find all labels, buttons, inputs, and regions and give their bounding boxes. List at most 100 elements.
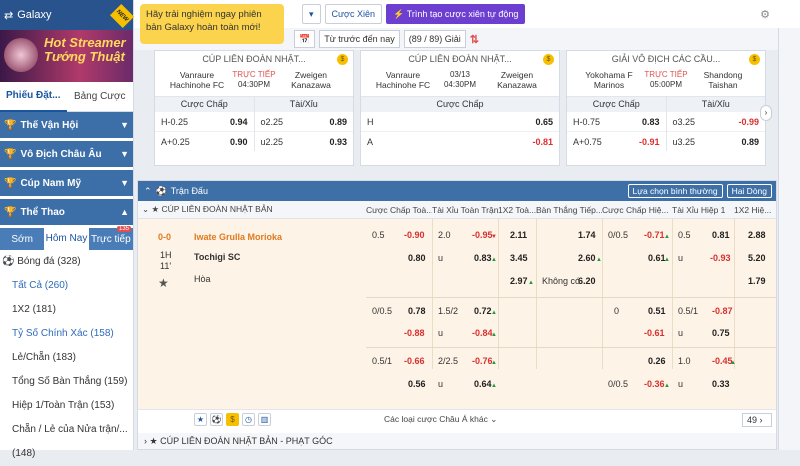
match-card[interactable]: GIẢI VÔ ĐỊCH CÁC CẦU... $ Yokohama F Mari…	[566, 50, 766, 166]
tab-early[interactable]: Sớm	[0, 234, 44, 245]
stats-icon[interactable]: ▥	[258, 413, 271, 426]
odd[interactable]: -0.76	[472, 355, 493, 367]
odd[interactable]: -0.84	[472, 327, 493, 339]
tab-today[interactable]: Hôm Nay	[44, 228, 89, 250]
odds-row[interactable]: A +0.75 -0.91	[567, 131, 666, 151]
odd[interactable]: -0.71	[644, 229, 665, 241]
list-item[interactable]: 1X2 (181)	[0, 298, 133, 322]
timer-icon[interactable]: ◷	[242, 413, 255, 426]
new-version-tooltip[interactable]: Hãy trải nghiệm ngay phiên bản Galaxy ho…	[140, 4, 284, 44]
odd[interactable]: 2.97	[510, 275, 528, 287]
odd[interactable]: 0.81	[712, 229, 730, 241]
match-card[interactable]: CÚP LIÊN ĐOÀN NHẬT... $ Vanraure Hachinoh…	[360, 50, 560, 166]
odd[interactable]: 0.78	[408, 305, 426, 317]
list-item[interactable]: Tổng Số Bàn Thắng (159)	[0, 370, 133, 394]
ou-line: 1.5/2	[438, 306, 459, 316]
coin-icon[interactable]: $	[226, 413, 239, 426]
odd[interactable]: 1.79	[748, 275, 766, 287]
odd[interactable]: 0.89	[741, 137, 759, 147]
odd[interactable]: 0.93	[329, 137, 347, 147]
league-header[interactable]: ⌄ ★ CÚP LIÊN ĐOÀN NHẬT BẢN	[138, 204, 366, 215]
list-item[interactable]: Tất Cả (260)	[0, 274, 133, 298]
league-filter[interactable]: (89 / 89) Giải	[403, 30, 466, 48]
odd[interactable]: -0.90	[404, 229, 425, 241]
soccer-ball-icon[interactable]: ⚽	[210, 413, 223, 426]
sidebar-cat-euro[interactable]: 🏆 Vô Địch Châu Âu ▼	[0, 141, 133, 167]
odd[interactable]: 0.80	[408, 252, 426, 264]
date-filter[interactable]: Từ trước đến nay	[319, 30, 400, 48]
tab-live[interactable]: Trực tiếp	[89, 234, 133, 245]
collapse-icon[interactable]: ⌃	[144, 186, 152, 197]
promo-banner[interactable]: Hot Streamer Tướng Thuật NEW	[0, 3, 135, 82]
more-bets-count[interactable]: 49 ›	[742, 413, 772, 427]
tab-odds-table[interactable]: Bảng Cược	[67, 91, 134, 102]
sidebar-cat-sports[interactable]: 🏆 Thể Thao ▲	[0, 199, 133, 225]
odds-row[interactable]: H -0.75 0.83	[567, 111, 666, 131]
odd[interactable]: -0.81	[532, 137, 553, 147]
tab-bet-slip[interactable]: Phiếu Đặt...	[0, 82, 67, 112]
odd[interactable]: 0.89	[329, 117, 347, 127]
right-scrollbar[interactable]	[778, 28, 800, 450]
odd[interactable]: -0.91	[639, 137, 660, 147]
auto-parlay-button[interactable]: ⚡ Trình tạo cược xiên tự động	[385, 4, 526, 24]
sport-football[interactable]: ⚽ Bóng đá (328)	[0, 250, 133, 274]
list-item[interactable]: Tỷ Số Chính Xác (158)	[0, 322, 133, 346]
odd[interactable]: 0.61	[648, 252, 666, 264]
odd[interactable]: 0.26	[648, 355, 666, 367]
normal-select-button[interactable]: Lựa chọn bình thường	[627, 184, 723, 198]
odd[interactable]: 1.74	[578, 229, 596, 241]
sidebar-cat-copa[interactable]: 🏆 Cúp Nam Mỹ ▼	[0, 170, 133, 196]
odd[interactable]: 0.75	[712, 327, 730, 339]
odd[interactable]: 0.56	[408, 378, 426, 390]
sort-dropdown[interactable]: ▾	[302, 4, 321, 24]
sort-icon[interactable]: ⇅	[470, 33, 479, 46]
odds-row[interactable]: H -0.25 0.94	[155, 111, 254, 131]
odd[interactable]: 5.20	[748, 252, 766, 264]
odd[interactable]: 0.51	[648, 305, 666, 317]
list-item[interactable]: Lẻ/Chẵn (183)	[0, 346, 133, 370]
match-card[interactable]: CÚP LIÊN ĐOÀN NHẬT... $ Vanraure Hachinoh…	[154, 50, 354, 166]
sidebar-cat-olympics[interactable]: 🏆 Thế Vận Hội ▼	[0, 112, 133, 138]
odd[interactable]: 6.20	[578, 275, 596, 287]
odd[interactable]: 2.88	[748, 229, 766, 241]
odds-row[interactable]: A -0.81	[361, 131, 559, 151]
odd[interactable]: 0.90	[230, 137, 248, 147]
odd[interactable]: -0.66	[404, 355, 425, 367]
odd[interactable]: -0.87	[712, 305, 733, 317]
odd[interactable]: 2.11	[510, 229, 527, 241]
odd[interactable]: -0.99	[738, 117, 759, 127]
odd[interactable]: -0.95	[472, 229, 493, 241]
odd[interactable]: 0.83	[642, 117, 660, 127]
odd[interactable]: 0.33	[712, 378, 730, 390]
star-icon[interactable]: ★	[194, 413, 207, 426]
odds-row[interactable]: H 0.65	[361, 111, 559, 131]
two-line-button[interactable]: Hai Dòng	[726, 184, 772, 198]
odd[interactable]: -0.36	[644, 378, 665, 390]
next-league-header[interactable]: › ★ CÚP LIÊN ĐOÀN NHẬT BẢN - PHẠT GÓC	[138, 433, 776, 449]
parlay-button[interactable]: Cược Xiên	[324, 4, 382, 24]
list-item[interactable]: Chẵn / Lẻ của Nửa trận/... (148)	[0, 418, 133, 459]
odd[interactable]: 3.45	[510, 252, 528, 264]
more-asian-bets-link[interactable]: Các loại cược Châu Á khác ⌄	[384, 414, 497, 425]
odd[interactable]: 0.65	[535, 117, 553, 127]
odd[interactable]: -0.61	[644, 327, 665, 339]
odd[interactable]: 0.94	[230, 117, 248, 127]
settings-icon[interactable]: ⚙	[760, 8, 770, 21]
odd[interactable]: 0.64	[474, 378, 492, 390]
odd[interactable]: -0.93	[710, 252, 731, 264]
odds-row[interactable]: u 2.25 0.93	[254, 131, 353, 151]
odds-row[interactable]: o 2.25 0.89	[254, 111, 353, 131]
odd[interactable]: 0.72	[474, 305, 492, 317]
calendar-icon[interactable]: 📅	[294, 30, 316, 48]
odds-row[interactable]: A +0.25 0.90	[155, 131, 254, 151]
away-team[interactable]: Tochigi SC	[194, 251, 240, 263]
odd[interactable]: 2.60	[578, 252, 596, 264]
odds-row[interactable]: o 3.25 -0.99	[666, 111, 765, 131]
list-item[interactable]: Hiệp 1/Toàn Trận (153)	[0, 394, 133, 418]
odd[interactable]: 0.83	[474, 252, 492, 264]
odds-row[interactable]: u 3.25 0.89	[666, 131, 765, 151]
home-team[interactable]: Iwate Grulla Morioka	[194, 231, 282, 243]
chevron-right-icon[interactable]: ›	[760, 105, 772, 121]
star-icon[interactable]: ★	[158, 277, 169, 289]
odd[interactable]: -0.88	[404, 327, 425, 339]
